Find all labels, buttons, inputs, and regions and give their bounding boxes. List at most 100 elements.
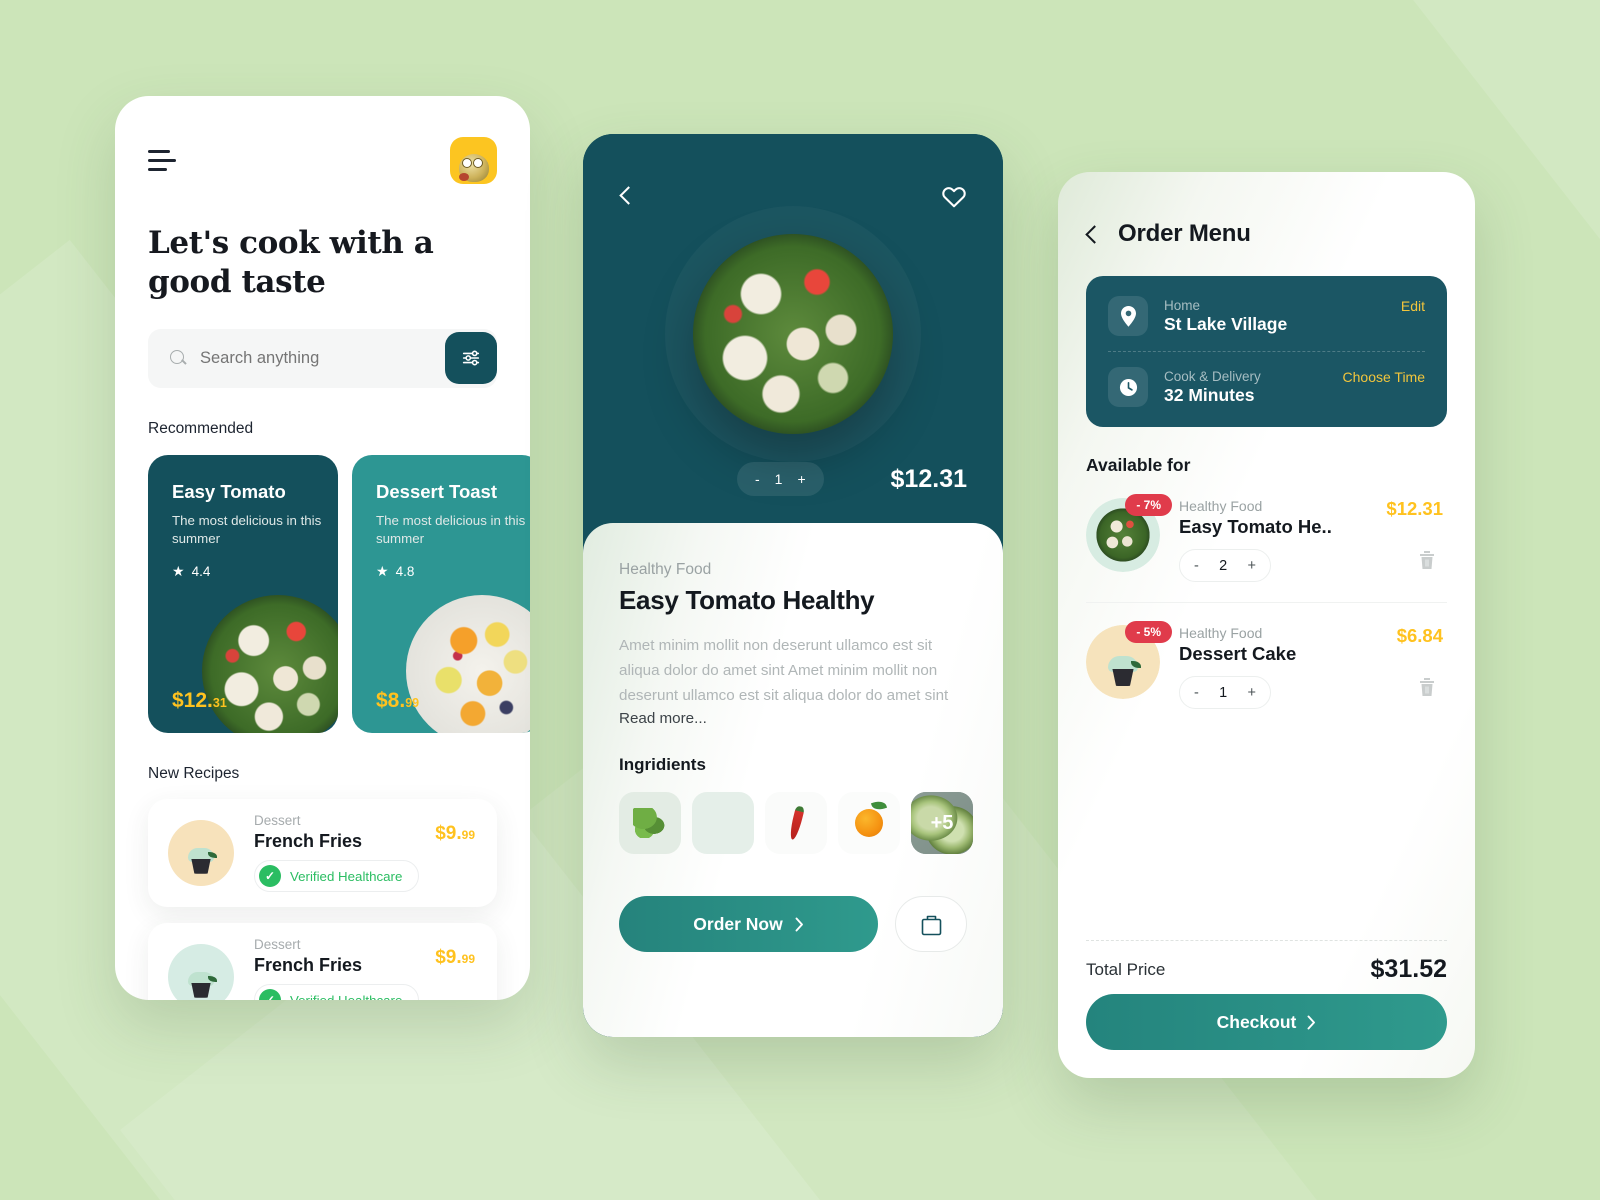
check-circle-icon: ✓ [259,865,281,888]
new-recipes-list: Dessert French Fries ✓ Verified Healthca… [148,798,497,1000]
divider [1086,940,1447,941]
address-label: Home [1164,297,1201,313]
cupcake-base [191,858,211,874]
price-main: $9. [435,946,462,968]
quantity-value: 2 [1219,557,1228,574]
shopping-bag-button[interactable] [895,896,967,953]
ingredient-overflow-count: +5 [930,811,954,834]
chevron-right-icon [1307,1015,1316,1029]
price-main: $12. [172,688,213,712]
order-content: Order Menu Home St Lake Village Edit Coo… [1058,172,1475,1078]
quantity-increment[interactable]: + [1248,685,1256,701]
order-now-label: Order Now [693,913,783,934]
cart-item-price: $6.84 [1396,625,1443,646]
checkout-button[interactable]: Checkout [1086,994,1447,1050]
cupcake-icon [186,971,217,998]
read-more-link[interactable]: Read more... [619,710,967,727]
recommended-list: Easy Tomato The most delicious in this s… [148,454,530,733]
status-badge: ✓ Verified Healthcare [254,984,420,1000]
delivery-address-text: Home St Lake Village [1164,298,1401,335]
recommended-price: $8.99 [376,689,419,713]
quantity-stepper[interactable]: - 1 + [1179,676,1271,709]
quantity-stepper[interactable]: - 1 + [737,462,824,496]
detail-sheet: Healthy Food Easy Tomato Healthy Amet mi… [583,523,1003,1037]
hamburger-bar [148,158,176,162]
price-cents: 31 [212,695,227,710]
chevron-left-icon[interactable] [1086,224,1099,245]
heart-icon[interactable] [941,184,967,208]
check-circle-icon: ✓ [259,989,281,1000]
new-recipes-label: New Recipes [148,764,240,782]
tomato-slice-icon [707,807,739,839]
ingredient-overflow[interactable]: +5 [911,792,973,855]
list-item[interactable]: Dessert French Fries ✓ Verified Healthca… [148,798,497,907]
chevron-right-icon [795,917,803,932]
detail-hero-footer: - 1 + $12.31 [583,462,1003,496]
delivery-time-row[interactable]: Cook & Delivery 32 Minutes Choose Time [1108,367,1425,407]
trash-icon[interactable] [1417,676,1437,703]
recommended-name: Easy Tomato [172,480,286,502]
trash-icon[interactable] [1417,549,1437,576]
total-label: Total Price [1086,959,1166,979]
recommended-desc: The most delicious in this summer [172,512,322,546]
location-pin-icon [1108,296,1148,336]
search-input[interactable] [200,348,425,368]
filter-sliders-icon[interactable] [445,332,497,385]
detail-title: Easy Tomato Healthy [619,585,875,615]
price-main: $9. [435,822,462,844]
detail-description: Amet minim mollit non deserunt ullamco e… [619,637,949,704]
basil-leaf-icon [633,808,667,839]
quantity-increment[interactable]: + [797,471,805,487]
recommended-price: $12.31 [172,689,227,713]
home-header [148,134,497,186]
cupcake-icon [1106,656,1141,686]
recommended-card[interactable]: Easy Tomato The most delicious in this s… [148,454,338,733]
hamburger-icon[interactable] [148,149,176,171]
quantity-decrement[interactable]: - [1194,558,1199,574]
total-value: $31.52 [1370,955,1447,983]
price-main: $8. [376,688,406,712]
detail-hero: - 1 + $12.31 [583,134,1003,529]
quantity-increment[interactable]: + [1248,558,1256,574]
order-menu-screen: Order Menu Home St Lake Village Edit Coo… [1058,172,1475,1078]
recommended-card[interactable]: Dessert Toast The most delicious in this… [352,454,530,733]
choose-time-button[interactable]: Choose Time [1343,369,1425,385]
order-now-button[interactable]: Order Now [619,896,878,953]
avatar[interactable] [450,136,497,184]
ingredient-basil[interactable] [619,792,681,855]
hero-food-image [693,234,893,434]
home-content: Let's cook with a good taste Recommended [115,96,530,1000]
ingredient-orange[interactable] [838,792,900,855]
discount-badge: - 5% [1125,621,1172,643]
status-badge: ✓ Verified Healthcare [254,860,420,893]
delivery-time-text: Cook & Delivery 32 Minutes [1164,369,1343,406]
star-icon: ★ [376,563,389,580]
list-item[interactable]: Dessert French Fries ✓ Verified Healthca… [148,922,497,1000]
cart-item-price: $12.31 [1386,498,1443,519]
chevron-left-icon[interactable] [619,185,633,207]
search-icon [170,349,187,367]
available-for-label: Available for [1086,455,1191,475]
avatar-mouth-icon [459,172,469,181]
ingredient-tomato[interactable] [692,792,754,855]
delivery-address-row[interactable]: Home St Lake Village Edit [1108,296,1425,336]
cart-item: - 5% Healthy Food Dessert Cake - 1 + $6.… [1086,603,1447,729]
quantity-decrement[interactable]: - [1194,685,1199,701]
recipe-price: $9.99 [435,823,475,845]
ingredients-list: +5 [619,792,973,855]
quantity-stepper[interactable]: - 2 + [1179,549,1271,582]
ingredients-label: Ingridients [619,755,706,775]
divider [1108,351,1425,352]
edit-address-button[interactable]: Edit [1401,298,1425,314]
shopping-bag-icon [921,915,941,936]
recipe-detail-screen: - 1 + $12.31 Healthy Food Easy Tomato He… [583,134,1003,1037]
recipe-price: $9.99 [435,947,475,969]
hamburger-bar [148,167,167,171]
quantity-value: 1 [1219,684,1228,701]
quantity-decrement[interactable]: - [755,471,760,487]
page-title: Let's cook with a good taste [148,225,434,301]
cart-list: - 7% Healthy Food Easy Tomato He.. - 2 +… [1086,476,1447,729]
ingredient-chili[interactable] [765,792,827,855]
hamburger-bar [148,149,170,153]
cupcake-base [1112,669,1134,686]
